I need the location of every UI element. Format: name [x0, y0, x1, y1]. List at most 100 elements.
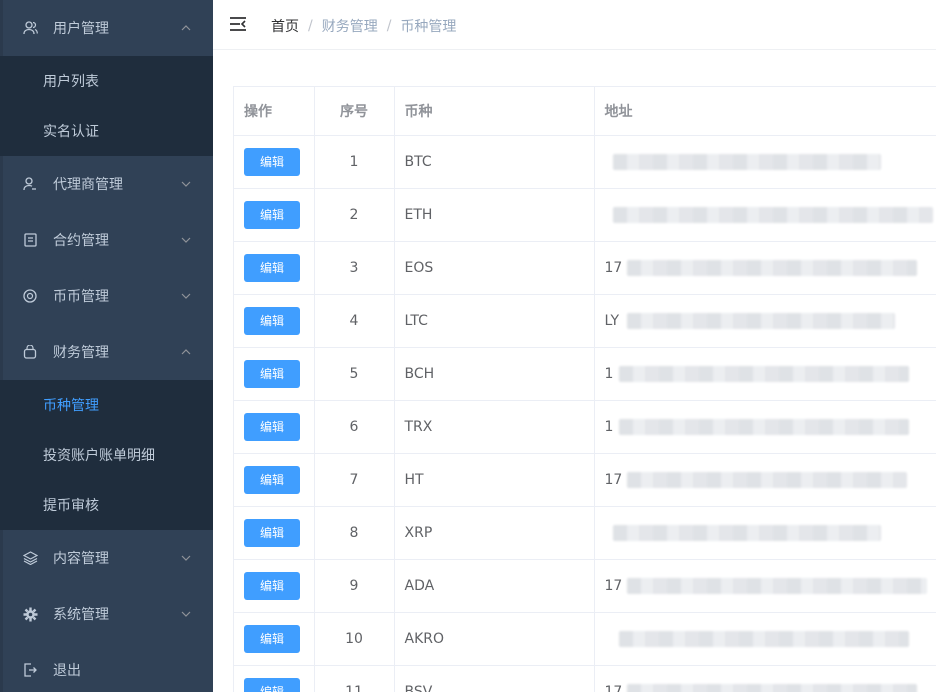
- menu-coin-management[interactable]: 币币管理: [0, 268, 213, 324]
- index-cell: 5: [314, 347, 395, 401]
- action-cell: 编辑: [234, 559, 315, 613]
- redacted-address-blur: [626, 471, 907, 488]
- menu-logout[interactable]: 退出: [0, 642, 213, 692]
- index-cell: 8: [314, 506, 395, 560]
- breadcrumb-separator: /: [308, 18, 313, 34]
- address-cell: 17: [594, 241, 936, 295]
- address-prefix: 17: [604, 471, 623, 488]
- address-value: LY: [605, 309, 936, 333]
- hamburger-menu-icon[interactable]: [230, 16, 247, 32]
- edit-button[interactable]: 编辑: [244, 306, 300, 335]
- sidebar-item-withdraw-review[interactable]: 提币审核: [0, 480, 213, 530]
- submenu-user: 用户列表 实名认证: [0, 56, 213, 156]
- contract-icon: [22, 232, 38, 248]
- table-row: 编辑 2 ETH: [234, 188, 936, 242]
- address-cell: 1: [594, 400, 936, 454]
- redacted-address-blur: [626, 683, 917, 692]
- edit-button[interactable]: 编辑: [244, 465, 300, 494]
- action-cell: 编辑: [234, 241, 315, 295]
- address-value: [605, 150, 936, 174]
- menu-content-management[interactable]: 内容管理: [0, 530, 213, 586]
- menu-finance-management[interactable]: 财务管理: [0, 324, 213, 380]
- address-prefix: 17: [604, 259, 623, 276]
- redacted-address-blur: [626, 259, 917, 276]
- menu-user-management[interactable]: 用户管理: [0, 0, 213, 56]
- edit-button[interactable]: 编辑: [244, 571, 300, 600]
- breadcrumb-separator: /: [386, 18, 392, 34]
- sidebar-item-user-list[interactable]: 用户列表: [0, 56, 213, 106]
- redacted-address-blur: [618, 418, 909, 435]
- submenu-finance: 币种管理 投资账户账单明细 提币审核: [0, 380, 213, 530]
- table-row: 编辑 5 BCH 1: [234, 347, 936, 401]
- table-row: 编辑 6 TRX 1: [234, 400, 936, 454]
- column-header-index: 序号: [314, 87, 395, 136]
- breadcrumb-home[interactable]: 首页: [271, 16, 299, 36]
- address-prefix: 17: [604, 683, 623, 692]
- coin-cell: ETH: [394, 188, 595, 242]
- coin-cell: LTC: [394, 294, 595, 348]
- table-row: 编辑 3 EOS 17: [234, 241, 936, 295]
- menu-label: 用户管理: [53, 21, 109, 37]
- redacted-address-blur: [612, 206, 933, 223]
- edit-button[interactable]: 编辑: [244, 518, 300, 547]
- breadcrumb: 首页 / 财务管理 / 币种管理: [271, 16, 456, 36]
- address-cell: 17: [594, 665, 936, 692]
- address-cell: 1: [594, 347, 936, 401]
- layers-icon: [22, 550, 38, 566]
- address-prefix: LY: [604, 312, 620, 329]
- edit-button[interactable]: 编辑: [244, 200, 300, 229]
- chevron-down-icon: [180, 552, 192, 564]
- coin-cell: EOS: [394, 241, 595, 295]
- address-cell: [594, 506, 936, 560]
- edit-button[interactable]: 编辑: [244, 147, 300, 176]
- coin-cell: BCH: [394, 347, 595, 401]
- menu-label: 财务管理: [53, 345, 109, 361]
- gear-icon: [22, 606, 38, 622]
- action-cell: 编辑: [234, 612, 315, 666]
- index-cell: 1: [314, 135, 395, 189]
- edit-button[interactable]: 编辑: [244, 412, 300, 441]
- action-cell: 编辑: [234, 135, 315, 189]
- top-navbar: 首页 / 财务管理 / 币种管理: [213, 0, 936, 50]
- address-cell: LY: [594, 294, 936, 348]
- table-row: 编辑 10 AKRO: [234, 612, 936, 666]
- redacted-address-blur: [626, 312, 895, 329]
- sidebar-item-investment-bills[interactable]: 投资账户账单明细: [0, 430, 213, 480]
- breadcrumb-current: 币种管理: [400, 19, 457, 35]
- menu-contract-management[interactable]: 合约管理: [0, 212, 213, 268]
- edit-button[interactable]: 编辑: [244, 677, 300, 692]
- sidebar-item-verification[interactable]: 实名认证: [0, 106, 213, 156]
- coin-cell: HT: [394, 453, 595, 507]
- menu-agent-management[interactable]: 代理商管理: [0, 156, 213, 212]
- sidebar-item-coin-types[interactable]: 币种管理: [0, 380, 213, 430]
- table-row: 编辑 8 XRP: [234, 506, 936, 560]
- redacted-address-blur: [612, 524, 881, 541]
- coin-icon: [22, 288, 38, 304]
- chevron-down-icon: [180, 290, 192, 302]
- edit-button[interactable]: 编辑: [244, 253, 300, 282]
- edit-button[interactable]: 编辑: [244, 624, 300, 653]
- menu-system-management[interactable]: 系统管理: [0, 586, 213, 642]
- chevron-down-icon: [180, 178, 192, 190]
- address-value: [605, 203, 936, 227]
- menu-label: 合约管理: [53, 233, 109, 249]
- action-cell: 编辑: [234, 506, 315, 560]
- chevron-up-icon: [180, 346, 192, 358]
- menu-label: 内容管理: [53, 551, 109, 567]
- address-value: 17: [605, 468, 936, 492]
- column-header-action: 操作: [234, 87, 315, 136]
- address-value: 17: [605, 680, 936, 692]
- chevron-up-icon: [180, 22, 192, 34]
- coin-cell: AKRO: [394, 612, 595, 666]
- address-cell: [594, 188, 936, 242]
- action-cell: 编辑: [234, 294, 315, 348]
- edit-button[interactable]: 编辑: [244, 359, 300, 388]
- address-prefix: 17: [604, 577, 623, 594]
- breadcrumb-finance: 财务管理: [321, 19, 378, 35]
- coin-cell: BTC: [394, 135, 595, 189]
- index-cell: 6: [314, 400, 395, 454]
- table-header-row: 操作 序号 币种 地址: [234, 87, 936, 136]
- coin-cell: XRP: [394, 506, 595, 560]
- sidebar: 用户管理 用户列表 实名认证 代理商管理 合约管理 币币管理 财务管理 币种管理…: [0, 0, 213, 692]
- address-value: 1: [605, 415, 936, 439]
